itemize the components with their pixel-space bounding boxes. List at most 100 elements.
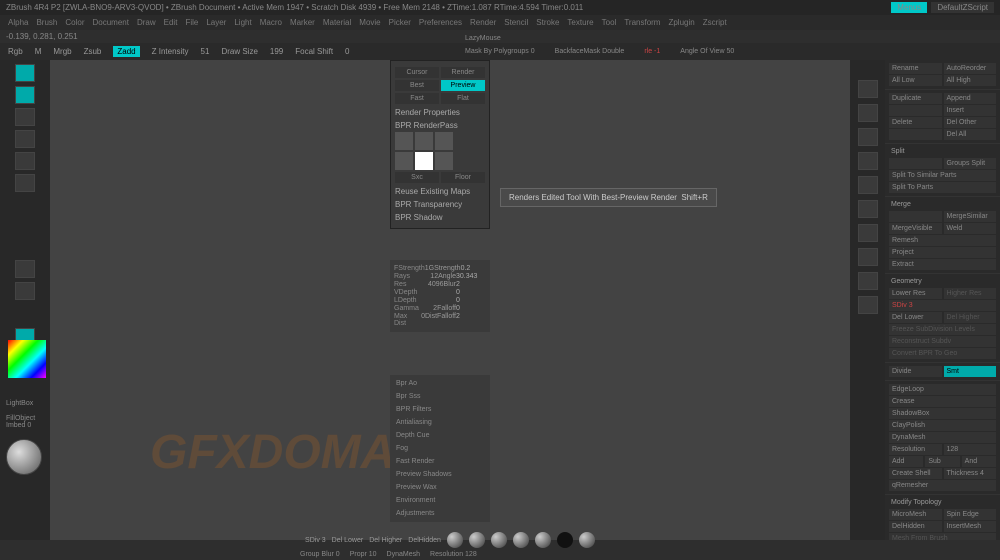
material-sphere[interactable] [6,439,42,475]
right-icon[interactable] [858,296,878,314]
viewport-canvas[interactable]: Cursor Render Best Preview Fast Flat Ren… [50,60,850,540]
menu-stencil[interactable]: Stencil [504,18,528,27]
matcap-sphere[interactable] [469,532,485,548]
menu-tool[interactable]: Tool [602,18,617,27]
bpr-shadow[interactable]: BPR Shadow [395,213,485,222]
menu-adjustments[interactable]: Adjustments [392,507,488,520]
sdiv-value[interactable]: SDiv 3 [305,537,326,544]
reuse-maps[interactable]: Reuse Existing Maps [395,187,485,196]
menus-button[interactable]: Menus [891,2,927,13]
menu-edit[interactable]: Edit [164,18,178,27]
menu-light[interactable]: Light [234,18,251,27]
menu-document[interactable]: Document [93,18,129,27]
right-icon[interactable] [858,224,878,242]
imbed-value[interactable]: Imbed 0 [6,422,42,429]
menu-preview-shadows[interactable]: Preview Shadows [392,468,488,481]
right-icon[interactable] [858,176,878,194]
render-tab[interactable]: Render [441,67,485,78]
menu-antialiasing[interactable]: Antialiasing [392,416,488,429]
menu-layer[interactable]: Layer [206,18,226,27]
right-icon[interactable] [858,200,878,218]
dynamesh-button[interactable]: DynaMesh [889,432,996,443]
lazymouse-toggle[interactable]: LazyMouse [465,35,501,42]
right-icon[interactable] [858,152,878,170]
rle-value[interactable]: rle -1 [644,48,660,55]
right-icon[interactable] [858,272,878,290]
tool-icon[interactable] [15,130,35,148]
menu-brush[interactable]: Brush [36,18,57,27]
menu-marker[interactable]: Marker [290,18,315,27]
menu-alpha[interactable]: Alpha [8,18,28,27]
zsub-mode[interactable]: Zsub [84,47,102,56]
lightbox-button[interactable]: LightBox [6,400,42,407]
menu-material[interactable]: Material [323,18,351,27]
pass-thumb[interactable] [415,132,433,150]
menu-file[interactable]: File [185,18,198,27]
angle-of-view[interactable]: Angle Of View 50 [680,48,734,55]
menu-macro[interactable]: Macro [260,18,282,27]
menu-preview-wax[interactable]: Preview Wax [392,481,488,494]
menu-stroke[interactable]: Stroke [536,18,559,27]
menu-picker[interactable]: Picker [389,18,411,27]
color-picker[interactable] [8,340,46,378]
matcap-sphere[interactable] [557,532,573,548]
menu-zplugin[interactable]: Zplugin [668,18,694,27]
right-icon[interactable] [858,104,878,122]
duplicate-button[interactable]: Duplicate [889,93,942,104]
texture-slot[interactable] [15,282,35,300]
menu-draw[interactable]: Draw [137,18,156,27]
menu-texture[interactable]: Texture [567,18,593,27]
cursor-tab[interactable]: Cursor [395,67,439,78]
fillobject-button[interactable]: FillObject [6,415,42,422]
alpha-slot[interactable] [15,260,35,278]
pass-thumb[interactable] [415,152,433,170]
menu-depth-cue[interactable]: Depth Cue [392,429,488,442]
mrgb-mode[interactable]: Mrgb [53,47,71,56]
floor-button[interactable]: Floor [441,172,485,183]
menu-color[interactable]: Color [65,18,84,27]
tool-icon[interactable] [15,64,35,82]
matcap-sphere[interactable] [513,532,529,548]
pass-thumb[interactable] [435,132,453,150]
divide-button[interactable]: Divide [889,366,942,377]
right-icon[interactable] [858,248,878,266]
menu-movie[interactable]: Movie [359,18,380,27]
delete-button[interactable]: Delete [889,117,942,128]
rgb-mode[interactable]: Rgb [8,47,23,56]
delhidden-button[interactable]: DelHidden [408,537,441,544]
mask-polygroups[interactable]: Mask By Polygroups 0 [465,48,535,55]
preview-render[interactable]: Preview [441,80,485,91]
tool-icon[interactable] [15,86,35,104]
menu-bpr-sss[interactable]: Bpr Sss [392,390,488,403]
menu-bpr-ao[interactable]: Bpr Ao [392,377,488,390]
right-icon[interactable] [858,80,878,98]
zadd-mode[interactable]: Zadd [113,46,139,57]
matcap-sphere[interactable] [579,532,595,548]
tool-icon[interactable] [15,152,35,170]
matcap-sphere[interactable] [447,532,463,548]
zintensity-value[interactable]: 51 [201,47,210,56]
pass-thumb[interactable] [395,152,413,170]
flat-render[interactable]: Flat [441,93,485,104]
menu-zscript[interactable]: Zscript [703,18,727,27]
matcap-sphere[interactable] [491,532,507,548]
bpr-transparency[interactable]: BPR Transparency [395,200,485,209]
del-lower-button[interactable]: Del Lower [332,537,364,544]
menu-bpr-filters[interactable]: BPR Filters [392,403,488,416]
menu-preferences[interactable]: Preferences [419,18,462,27]
menu-environment[interactable]: Environment [392,494,488,507]
rename-button[interactable]: Rename [889,63,942,74]
menu-fast-render[interactable]: Fast Render [392,455,488,468]
matcap-sphere[interactable] [535,532,551,548]
best-render[interactable]: Best [395,80,439,91]
autoreorder-button[interactable]: AutoReorder [944,63,997,74]
pass-thumb[interactable] [435,152,453,170]
tool-icon[interactable] [15,108,35,126]
fast-render[interactable]: Fast [395,93,439,104]
pass-thumb[interactable] [395,132,413,150]
default-script-button[interactable]: DefaultZScript [931,2,994,13]
menu-fog[interactable]: Fog [392,442,488,455]
drawsize-value[interactable]: 199 [270,47,283,56]
menu-transform[interactable]: Transform [624,18,660,27]
sxc-button[interactable]: Sxc [395,172,439,183]
